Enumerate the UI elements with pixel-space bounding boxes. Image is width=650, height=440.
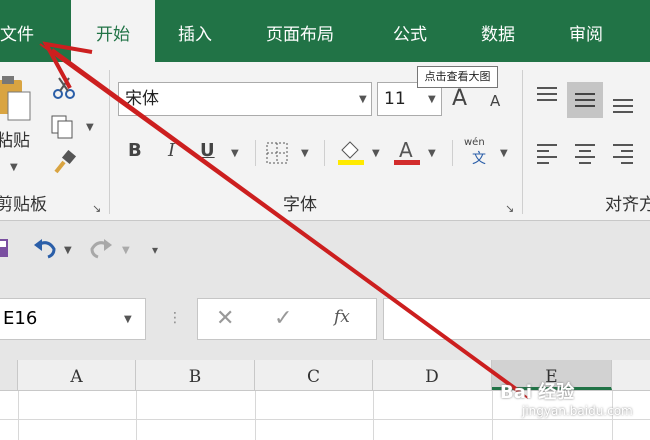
watermark-logo: Bai 经验 <box>500 382 575 403</box>
font-divider <box>324 140 325 166</box>
font-launcher-icon[interactable]: ↘ <box>505 202 514 215</box>
tab-page-layout-label: 页面布局 <box>266 25 334 45</box>
tab-file[interactable]: 文件 <box>0 0 60 62</box>
formula-buttons: ✕ ✓ fx <box>197 298 377 340</box>
formula-bar-grip-icon[interactable]: ⋮ <box>168 310 182 326</box>
phonetic-guide-icon[interactable]: 文 <box>472 152 486 166</box>
svg-text:A: A <box>399 138 413 162</box>
copy-dropdown-icon[interactable]: ▼ <box>86 122 94 133</box>
tab-data-label: 数据 <box>481 25 515 45</box>
tab-insert-label: 插入 <box>178 25 212 45</box>
insert-function-icon[interactable]: fx <box>334 309 350 326</box>
name-box-dropdown-icon[interactable]: ▼ <box>124 314 132 325</box>
clipboard-group-label: 剪贴板 <box>0 195 47 215</box>
column-gridline <box>492 391 493 440</box>
customize-qat-icon[interactable]: ▾ <box>152 243 158 257</box>
cut-icon[interactable] <box>52 76 76 100</box>
font-name-combobox[interactable]: 宋体 <box>118 82 372 116</box>
quick-access-toolbar: ▼ ▼ ▾ <box>0 221 650 278</box>
paste-dropdown-icon[interactable]: ▼ <box>10 162 18 173</box>
align-middle-button[interactable] <box>567 82 603 118</box>
fill-color-dropdown-icon[interactable]: ▼ <box>372 148 380 159</box>
row-gridline <box>0 419 650 420</box>
ribbon-panel: 粘贴 ▼ ▼ 剪贴板 ↘ 宋体 ▼ 11 ▼ A A B I U ▼ ▼ ▼ A… <box>0 62 650 221</box>
enter-icon[interactable]: ✓ <box>274 308 292 330</box>
tab-home-label: 开始 <box>96 25 130 45</box>
paste-icon[interactable] <box>0 72 36 130</box>
font-group-label: 字体 <box>283 195 317 215</box>
borders-dropdown-icon[interactable]: ▼ <box>301 148 309 159</box>
tab-page-layout[interactable]: 页面布局 <box>266 0 356 62</box>
column-header-d[interactable]: D <box>373 360 492 390</box>
font-color-icon[interactable]: A <box>394 138 420 166</box>
align-left-icon[interactable] <box>535 142 559 164</box>
column-header-c[interactable]: C <box>255 360 373 390</box>
watermark-url: jingyan.baidu.com <box>522 404 633 418</box>
phonetic-guide-top[interactable]: wén <box>464 138 485 148</box>
column-gridline <box>136 391 137 440</box>
tooltip-enlarge: 点击查看大图 <box>417 66 498 88</box>
paste-button-label[interactable]: 粘贴 <box>0 126 30 151</box>
cancel-icon[interactable]: ✕ <box>216 308 234 330</box>
save-icon[interactable] <box>0 237 10 259</box>
redo-dropdown-icon[interactable]: ▼ <box>122 245 130 256</box>
column-gridline <box>18 391 19 440</box>
phonetic-dropdown-icon[interactable]: ▼ <box>500 148 508 159</box>
select-all-corner[interactable] <box>0 360 18 390</box>
name-box-value: E16 <box>3 308 38 329</box>
fill-color-icon[interactable] <box>338 138 364 166</box>
increase-font-size-icon[interactable]: A <box>452 88 467 110</box>
font-name-dropdown-icon[interactable]: ▼ <box>359 94 367 105</box>
underline-dropdown-icon[interactable]: ▼ <box>231 148 239 159</box>
group-divider <box>522 70 523 214</box>
tab-insert[interactable]: 插入 <box>178 0 228 62</box>
group-divider <box>109 70 110 214</box>
underline-button[interactable]: U <box>200 142 215 160</box>
tab-data[interactable]: 数据 <box>481 0 531 62</box>
redo-icon[interactable] <box>88 237 114 261</box>
font-size-dropdown-icon[interactable]: ▼ <box>428 94 436 105</box>
font-size-value: 11 <box>384 89 406 109</box>
font-color-dropdown-icon[interactable]: ▼ <box>428 148 436 159</box>
column-gridline <box>373 391 374 440</box>
font-name-value: 宋体 <box>125 89 159 109</box>
column-header-a[interactable]: A <box>18 360 136 390</box>
align-middle-icon <box>575 93 595 107</box>
tab-formulas-label: 公式 <box>393 25 427 45</box>
format-painter-icon[interactable] <box>52 149 78 176</box>
undo-dropdown-icon[interactable]: ▼ <box>64 245 72 256</box>
align-right-icon[interactable] <box>611 142 635 164</box>
tab-file-label: 文件 <box>0 25 34 45</box>
formula-input[interactable] <box>383 298 650 340</box>
bold-button[interactable]: B <box>128 142 142 160</box>
align-top-icon[interactable] <box>535 86 559 106</box>
tab-review-label: 审阅 <box>569 25 603 45</box>
italic-button[interactable]: I <box>168 142 175 160</box>
tab-home[interactable]: 开始 <box>71 0 155 62</box>
column-gridline <box>255 391 256 440</box>
tab-review[interactable]: 审阅 <box>569 0 619 62</box>
formula-bar: E16 ▼ ⋮ ✕ ✓ fx <box>0 278 650 358</box>
tab-formulas[interactable]: 公式 <box>393 0 443 62</box>
copy-icon[interactable] <box>50 114 76 140</box>
clipboard-launcher-icon[interactable]: ↘ <box>92 202 101 215</box>
alignment-group-label: 对齐方 <box>605 195 650 215</box>
borders-icon[interactable] <box>266 142 288 164</box>
font-divider <box>255 140 256 166</box>
font-divider <box>452 140 453 166</box>
align-bottom-icon[interactable] <box>611 96 635 116</box>
align-center-icon[interactable] <box>573 142 597 164</box>
column-header-b[interactable]: B <box>136 360 255 390</box>
undo-icon[interactable] <box>32 237 58 261</box>
decrease-font-size-icon[interactable]: A <box>490 94 500 109</box>
ribbon-tab-bar: 文件 开始 插入 页面布局 公式 数据 审阅 <box>0 0 650 62</box>
